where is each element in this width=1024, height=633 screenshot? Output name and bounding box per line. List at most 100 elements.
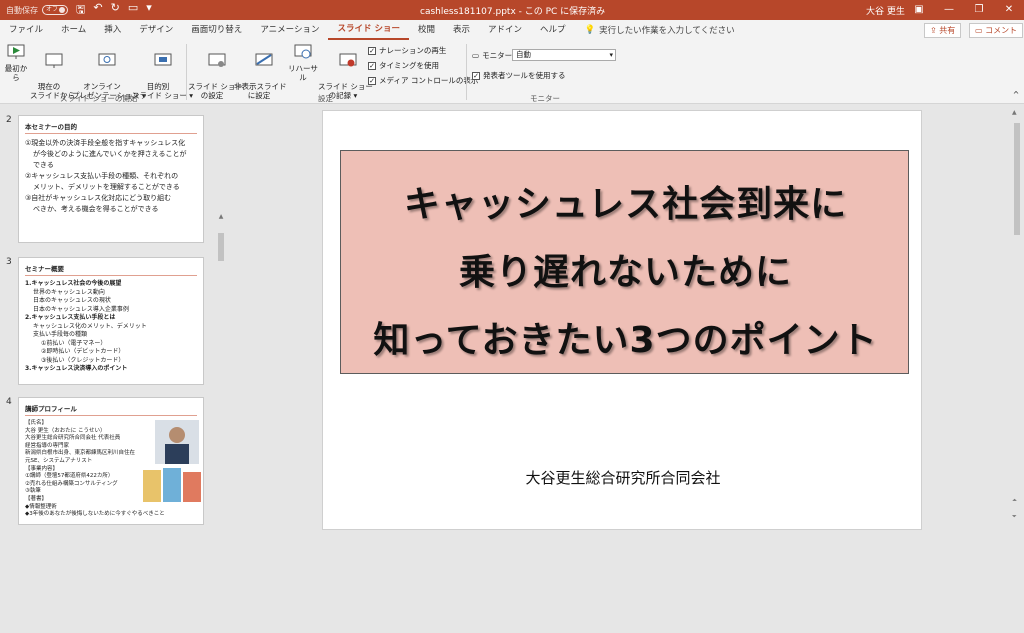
undo-icon[interactable]: ↶ (93, 1, 102, 20)
custom-show-icon (154, 53, 172, 66)
restore-icon[interactable]: ❐ (964, 0, 994, 20)
timing-checkbox[interactable]: ✓ タイミングを使用 (368, 60, 439, 71)
monitor-icon: ▭ (472, 51, 480, 60)
autosave-control[interactable]: 自動保存 オフ (6, 5, 68, 16)
record-slideshow-button[interactable]: スライド ショー の記録 ▾ (318, 44, 373, 118)
thumb-line: ②キャッシュレス支払い手段の種類、それぞれの (25, 172, 179, 180)
thumb-line: べきか、考える機会を得ることができる (33, 205, 159, 213)
tab-animations[interactable]: アニメーション (251, 20, 328, 40)
group-label-setup: 設定 (318, 94, 333, 103)
title-textbox[interactable]: キャッシュレス社会到来に 乗り遅れないために 知っておきたい3つのポイント (340, 150, 909, 374)
slide-canvas[interactable]: キャッシュレス社会到来に 乗り遅れないために 知っておきたい3つのポイント 大谷… (322, 110, 922, 530)
ribbon-tabs: ファイル ホーム 挿入 デザイン 画面切り替え アニメーション スライド ショー… (0, 20, 1024, 40)
timing-label: タイミングを使用 (379, 61, 439, 70)
previous-slide-icon[interactable]: ⏶ (1012, 497, 1017, 505)
window-controls: ▣ — ❐ ✕ (904, 0, 1024, 20)
customize-qat-icon[interactable]: ▾ (146, 1, 152, 20)
thumb-line: ①前払い（電子マネー） (41, 339, 107, 347)
slide-thumbnail-2[interactable]: 本セミナーの目的 ①現金以外の決済手段全般を指すキャッシュレス化 が今後どのよう… (18, 115, 204, 243)
start-slideshow-icon[interactable]: ▭ (128, 1, 138, 20)
scroll-up-icon[interactable]: ▲ (1012, 109, 1017, 116)
comment-button[interactable]: ▭ コメント (969, 23, 1024, 38)
ribbon-display-icon[interactable]: ▣ (904, 0, 934, 20)
scrollbar-thumb[interactable] (1014, 123, 1020, 235)
collapse-ribbon-icon[interactable]: ^ (1010, 90, 1022, 99)
thumb-line: 3.キャッシュレス決済導入のポイント (25, 365, 128, 372)
thumb-line: ③後払い（クレジットカード） (41, 356, 125, 364)
speaker-photo (155, 420, 199, 464)
checkbox-checked-icon: ✓ (368, 61, 376, 70)
tell-me-search[interactable]: 💡 実行したい作業を入力してください (585, 24, 735, 36)
subtitle-text[interactable]: 大谷更生総合研究所合同会社 (323, 467, 923, 488)
comment-label: コメント (985, 26, 1018, 35)
media-controls-checkbox[interactable]: ✓ メディア コントロールの表示 (368, 75, 478, 86)
main-scrollbar[interactable]: ▲ ⏶ ⏷ (1010, 105, 1024, 533)
checkbox-checked-icon: ✓ (472, 71, 480, 80)
presenter-view-checkbox[interactable]: ✓ 発表者ツールを使用する (472, 70, 566, 81)
tab-design[interactable]: デザイン (130, 20, 182, 40)
tab-help[interactable]: ヘルプ (531, 20, 575, 40)
monitor-select[interactable]: 自動 (512, 49, 616, 61)
ribbon: 最初から 現在の スライドから オンライン プレゼンテーション ▾ 目的別 スラ… (0, 40, 1024, 104)
thumb-line: 世界のキャッシュレス動向 (33, 288, 105, 296)
thumb-line: ◆情報整理術 (25, 503, 57, 510)
narration-label: ナレーションの再生 (379, 46, 447, 55)
thumb-line: ①現金以外の決済手段全般を指すキャッシュレス化 (25, 139, 186, 147)
group-separator (466, 44, 467, 100)
thumb-number: 2 (6, 115, 12, 125)
thumb-line: 1.キャッシュレス社会の今後の展望 (25, 280, 122, 287)
thumb-line: 支払い手段毎の種類 (33, 331, 88, 338)
redo-icon[interactable]: ↻ (111, 1, 120, 20)
thumb-title: 講師プロフィール (25, 403, 197, 416)
thumb-line: 日本のキャッシュレス導入企業事例 (33, 305, 129, 313)
rehearse-label: リハーサル (288, 64, 318, 82)
thumbnail-scrollbar[interactable]: ▲ (216, 213, 226, 633)
title-line: 知っておきたい3つのポイント (373, 320, 878, 361)
thumb-number: 3 (6, 257, 12, 267)
thumb-line: できる (33, 161, 54, 169)
record-icon (339, 53, 357, 67)
from-beginning-button[interactable]: 最初から (2, 44, 30, 82)
custom-show-label: 目的別 スライド ショー ▾ (132, 82, 194, 100)
thumb-line: ③自社がキャッシュレス化対応にどう取り組む (25, 194, 172, 202)
thumb-title: セミナー概要 (25, 263, 197, 276)
thumb-line: が今後どのように進んでいくかを押さえることが (33, 150, 187, 158)
tab-slideshow[interactable]: スライド ショー (328, 20, 409, 40)
thumb-line: ◆3年後のあなたが後悔しないために今すぐやるべきこと (25, 511, 165, 518)
media-controls-label: メディア コントロールの表示 (379, 76, 479, 85)
thumb-line: キャッシュレス化のメリット、デメリット (33, 322, 147, 330)
minimize-icon[interactable]: — (934, 0, 964, 20)
slide-thumbnail-4[interactable]: 講師プロフィール 【氏名】 大谷 更生（おおたに こうせい） 大谷更生総合研究所… (18, 397, 204, 525)
monitor-label-text: モニター: (482, 51, 515, 60)
checkbox-checked-icon: ✓ (368, 46, 376, 55)
tab-addins[interactable]: アドイン (479, 20, 531, 40)
hide-slide-icon (255, 53, 273, 66)
scroll-up-icon[interactable]: ▲ (216, 213, 226, 220)
share-button[interactable]: ⇪ 共有 (924, 23, 962, 38)
next-slide-icon[interactable]: ⏷ (1012, 513, 1017, 521)
hide-slide-button[interactable]: 非表示スライド に設定 (234, 44, 287, 118)
close-icon[interactable]: ✕ (994, 0, 1024, 20)
narration-checkbox[interactable]: ✓ ナレーションの再生 (368, 45, 446, 56)
tab-view[interactable]: 表示 (444, 20, 479, 40)
share-label: 共有 (939, 26, 956, 35)
rehearse-button[interactable]: リハーサル (286, 44, 320, 82)
setup-icon (208, 53, 226, 67)
tab-review[interactable]: 校閲 (409, 20, 444, 40)
book-covers-image (143, 468, 201, 502)
comment-icon: ▭ (975, 26, 986, 35)
save-icon[interactable]: 🖫 (76, 1, 85, 20)
tab-insert[interactable]: 挿入 (95, 20, 130, 40)
slide-thumbnail-3[interactable]: セミナー概要 1.キャッシュレス社会の今後の展望 世界のキャッシュレス動向 日本… (18, 257, 204, 385)
title-bar: 自動保存 オフ 🖫 ↶ ↻ ▭ ▾ cashless181107.pptx - … (0, 0, 1024, 20)
group-label-monitor: モニター (530, 94, 560, 103)
title-line: キャッシュレス社会到来に (403, 184, 848, 225)
hide-slide-label: 非表示スライド に設定 (234, 82, 287, 100)
tab-home[interactable]: ホーム (52, 20, 95, 40)
slide-thumbnail-pane: 2 本セミナーの目的 ①現金以外の決済手段全般を指すキャッシュレス化 が今後どの… (0, 105, 230, 533)
scrollbar-thumb[interactable] (218, 233, 224, 261)
user-name[interactable]: 大谷 更生 (866, 4, 905, 17)
autosave-toggle[interactable]: オフ (42, 5, 68, 15)
tab-transitions[interactable]: 画面切り替え (182, 20, 251, 40)
tab-file[interactable]: ファイル (0, 20, 52, 40)
